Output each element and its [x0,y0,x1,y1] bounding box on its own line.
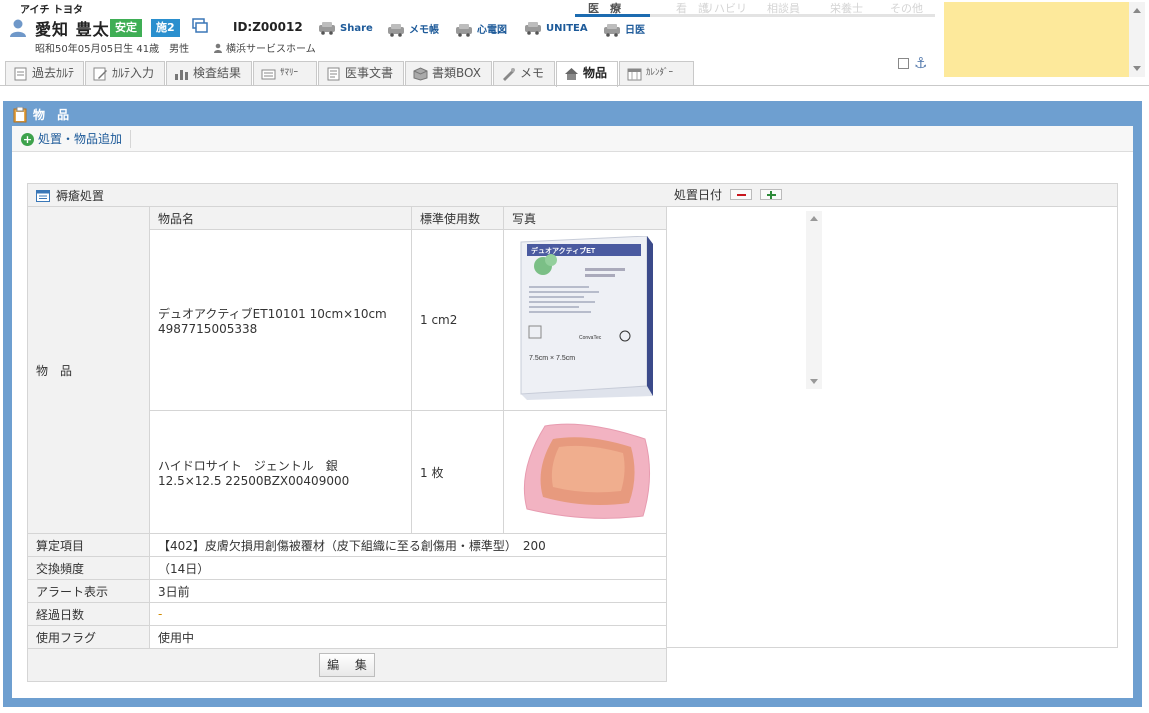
section-title: 褥瘡処置 [56,188,105,203]
panel-content: + 処置・物品追加 褥瘡処置 物 品 物品名 標準使用数 写真 デュオアクティブ… [12,126,1133,698]
field-label: 算定項目 [27,533,150,557]
document-icon [327,67,340,81]
supplies-table: 褥瘡処置 物 品 物品名 標準使用数 写真 デュオアクティブET10101 10… [26,183,668,682]
field-value: （14日） [148,556,668,580]
pin-checkbox[interactable] [898,58,909,69]
person-icon [10,19,26,37]
photo-brand-text: デュオアクティブET [531,246,596,255]
role-tabs: 医 療 看 護 リハビリ 相談員 栄養士 その他 [575,0,935,17]
date-panel-title: 処置日付 [674,188,723,202]
field-row: 経過日数 - [27,602,668,626]
field-value: 使用中 [148,625,668,649]
field-value: 【402】皮膚欠損用創傷被覆材（皮下組織に至る創傷用・標準型） 200 [148,533,668,557]
tab-calendar[interactable]: ｶﾚﾝﾀﾞｰ [619,61,694,86]
plus-icon[interactable] [759,189,782,200]
table-footer: 編 集 [26,648,668,682]
list-icon [36,189,50,202]
col-header-name: 物品名 [149,206,412,230]
panel-toolbar: + 処置・物品追加 [12,126,1133,152]
photo-maker-text: ConvaTec [579,335,602,341]
facility-name: 横浜サービスホーム [213,40,316,55]
field-label: アラート表示 [27,579,150,603]
item-photo [502,410,668,534]
field-row: 交換頻度 （14日） [27,556,668,580]
anchor-icon[interactable]: ⚓ [914,54,927,72]
supplies-panel: 物 品 + 処置・物品追加 褥瘡処置 物 品 物品名 標準使用数 写真 デュオア… [3,101,1142,707]
doc-icon [14,67,27,81]
item-name: ハイドロサイト ジェントル 銀 12.5×12.5 22500BZX004090… [149,410,412,534]
field-value: - [148,602,668,626]
tab-document-box[interactable]: 書類BOX [405,61,492,86]
section-header: 褥瘡処置 [26,183,668,207]
sticky-memo[interactable] [944,2,1129,77]
tab-chart-input[interactable]: ｶﾙﾃ入力 [85,61,165,86]
window-icon[interactable] [192,18,208,34]
user-small-icon [214,43,222,53]
car-icon [388,24,404,37]
field-label: 交換頻度 [27,556,150,580]
car-icon [319,22,335,35]
tab-past-chart[interactable]: 過去ｶﾙﾃ [5,61,84,86]
patient-id: ID:Z00012 [233,20,303,34]
patient-dob: 昭和50年05月05日生 41歳 男性 [35,44,190,55]
date-panel-header: 処置日付 [666,184,1117,207]
patient-kana: アイチ トヨタ [20,5,83,16]
car-icon [456,24,472,37]
status-badge: 安定 [110,19,142,37]
item-qty: 1 枚 [411,410,504,534]
item-qty: 1 cm2 [411,229,504,411]
facility-badge: 施2 [151,19,180,37]
row-label-supplies: 物 品 [27,206,150,534]
patient-header: アイチ トヨタ 愛知 豊太 安定 施2 ID:Z00012 Share メモ帳 … [0,0,1149,87]
photo-size-text: 7.5cm × 7.5cm [529,355,575,362]
tab-supplies[interactable]: 物品 [556,61,618,87]
col-header-qty: 標準使用数 [411,206,504,230]
memo-link[interactable]: メモ帳 [387,21,439,37]
tab-memo[interactable]: メモ [493,61,555,86]
add-treatment-button[interactable]: + 処置・物品追加 [20,130,132,148]
memo-scrollbar[interactable] [1129,2,1145,77]
panel-title: 物 品 [13,105,73,125]
ecg-link[interactable]: 心電図 [455,21,507,37]
header-divider [0,85,1149,86]
field-row: 使用フラグ 使用中 [27,625,668,649]
tab-medical-docs[interactable]: 医事文書 [318,61,404,86]
house-icon [565,68,578,80]
patient-name: 愛知 豊太 [35,20,110,39]
car-icon [525,22,541,35]
tab-test-results[interactable]: 検査結果 [166,61,252,86]
pencil-icon [93,67,107,81]
product-photo-duoactive: デュオアクティブET 7.5cm × 7.5cm ConvaTec [520,235,653,400]
unitea-link[interactable]: UNITEA [524,21,588,35]
summary-icon [261,69,276,80]
field-label: 経過日数 [27,602,150,626]
edit-button[interactable]: 編 集 [319,653,375,677]
role-tab-underline [575,14,935,17]
col-header-photo: 写真 [502,206,668,230]
treatment-date-panel: 処置日付 [666,183,1118,648]
field-value: 3日前 [148,579,668,603]
clipboard-icon [13,107,27,123]
item-name: デュオアクティブET10101 10cm×10cm 4987715005338 [149,229,412,411]
product-photo-hydrosite [523,423,651,519]
tab-summary[interactable]: ｻﾏﾘｰ [253,61,317,86]
plus-circle-icon: + [21,133,34,146]
nichii-link[interactable]: 日医 [603,21,645,37]
field-row: アラート表示 3日前 [27,579,668,603]
item-photo: デュオアクティブET 7.5cm × 7.5cm ConvaTec [502,229,668,411]
date-list-scrollbar[interactable] [806,211,822,389]
bar-chart-icon [175,70,188,80]
box-icon [413,67,428,81]
calendar-icon [627,68,642,81]
car-icon [604,24,620,37]
field-label: 使用フラグ [27,625,150,649]
share-link[interactable]: Share [318,21,373,35]
field-row: 算定項目 【402】皮膚欠損用創傷被覆材（皮下組織に至る創傷用・標準型） 200 [27,533,668,557]
minus-icon[interactable] [729,189,752,200]
memo-icon [503,68,515,81]
